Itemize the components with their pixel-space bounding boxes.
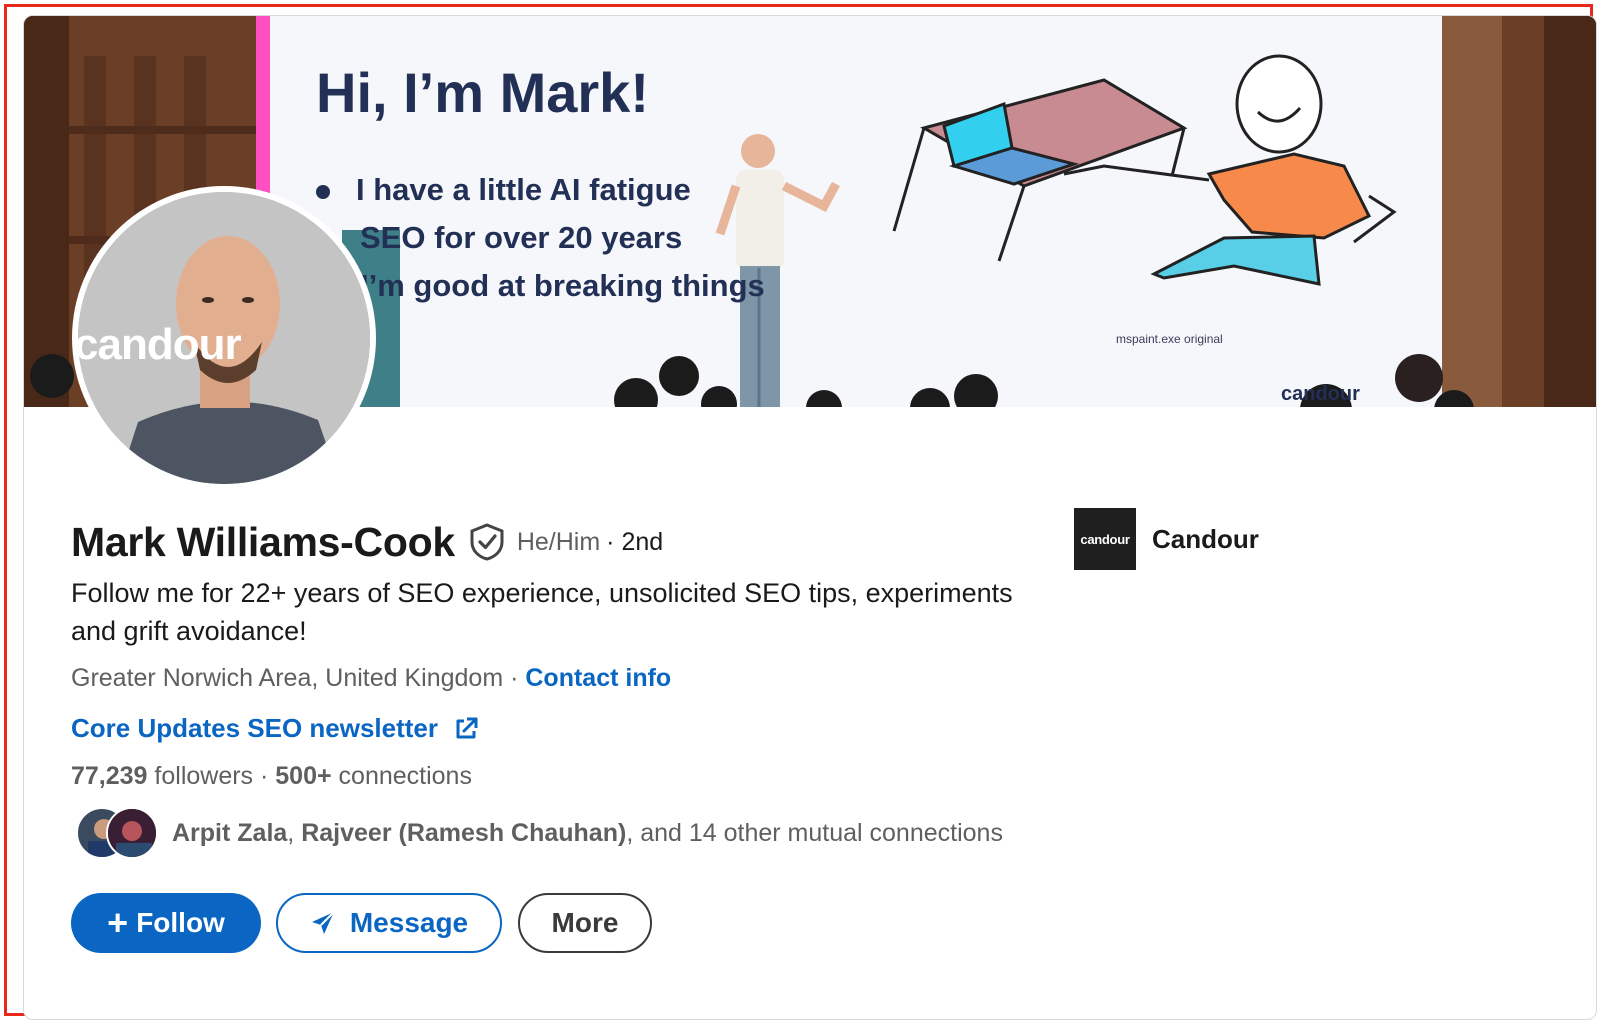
follow-button[interactable]: + Follow bbox=[71, 893, 261, 953]
mutual-connections[interactable]: Arpit Zala, Rajveer (Ramesh Chauhan), an… bbox=[76, 805, 1003, 861]
profile-photo-overlay-text: candour bbox=[78, 320, 242, 369]
slide-logo: candour bbox=[1281, 383, 1360, 405]
slide-bullet: I have a little AI fatigue bbox=[316, 172, 691, 208]
current-company[interactable]: candour Candour bbox=[1074, 508, 1259, 570]
slide-bullet-text: I have a little AI fatigue bbox=[356, 172, 691, 207]
mutual-connections-text[interactable]: Arpit Zala, Rajveer (Ramesh Chauhan), an… bbox=[172, 819, 1003, 848]
mutual-separator: , bbox=[287, 818, 302, 847]
plus-icon: + bbox=[107, 902, 129, 943]
connection-degree: · 2nd bbox=[606, 527, 664, 556]
slide-bullet: I’m good at breaking things bbox=[360, 268, 765, 304]
newsletter-link[interactable]: Core Updates SEO newsletter bbox=[71, 713, 438, 744]
avatar bbox=[106, 807, 158, 859]
profile-photo[interactable]: candour bbox=[72, 186, 376, 490]
location-row: Greater Norwich Area, United Kingdom · C… bbox=[71, 664, 671, 693]
shield-check-icon[interactable] bbox=[469, 523, 505, 561]
profile-card: Hi, I’m Mark! I have a little AI fatigue… bbox=[23, 15, 1597, 1020]
profile-photo-image: candour bbox=[78, 192, 370, 484]
external-link-icon[interactable] bbox=[452, 715, 480, 743]
name-row: Mark Williams-Cook He/Him · 2nd bbox=[71, 518, 664, 565]
company-logo: candour bbox=[1074, 508, 1136, 570]
location: Greater Norwich Area, United Kingdom bbox=[71, 664, 504, 692]
contact-info-link[interactable]: Contact info bbox=[525, 664, 671, 692]
followers-count: 77,239 bbox=[71, 762, 148, 790]
slide-caption: mspaint.exe original bbox=[1116, 332, 1223, 346]
mutual-rest: , and 14 other mutual connections bbox=[626, 818, 1003, 847]
follow-label: Follow bbox=[136, 907, 225, 938]
pronouns: He/Him bbox=[516, 527, 601, 556]
stats-separator: · bbox=[253, 762, 276, 790]
mutual-name: Rajveer (Ramesh Chauhan) bbox=[301, 818, 627, 847]
company-name: Candour bbox=[1152, 523, 1259, 554]
slide-bullet-text: SEO for over 20 years bbox=[360, 220, 683, 255]
slide-bullet-text: I’m good at breaking things bbox=[360, 268, 765, 303]
mutual-avatars bbox=[76, 805, 160, 861]
mutual-name: Arpit Zala bbox=[172, 818, 288, 847]
profile-name: Mark Williams-Cook bbox=[71, 518, 455, 565]
message-label: Message bbox=[349, 907, 469, 938]
slide-bullet: SEO for over 20 years bbox=[360, 220, 682, 256]
connections-count[interactable]: 500+ bbox=[275, 762, 331, 790]
paper-plane-icon bbox=[311, 911, 335, 934]
profile-headline: Follow me for 22+ years of SEO experienc… bbox=[71, 578, 1013, 646]
stats-row: 77,239 followers · 500+ connections bbox=[71, 762, 472, 791]
location-separator: · bbox=[503, 664, 526, 692]
highlight-frame: Hi, I’m Mark! I have a little AI fatigue… bbox=[4, 4, 1597, 1020]
followers-label: followers bbox=[147, 762, 254, 790]
more-button[interactable]: More bbox=[518, 893, 652, 953]
newsletter-row: Core Updates SEO newsletter bbox=[71, 713, 480, 744]
slide-title: Hi, I’m Mark! bbox=[316, 61, 649, 124]
more-label: More bbox=[551, 907, 619, 938]
message-button[interactable]: Message bbox=[276, 893, 502, 953]
connections-label[interactable]: connections bbox=[332, 762, 472, 790]
